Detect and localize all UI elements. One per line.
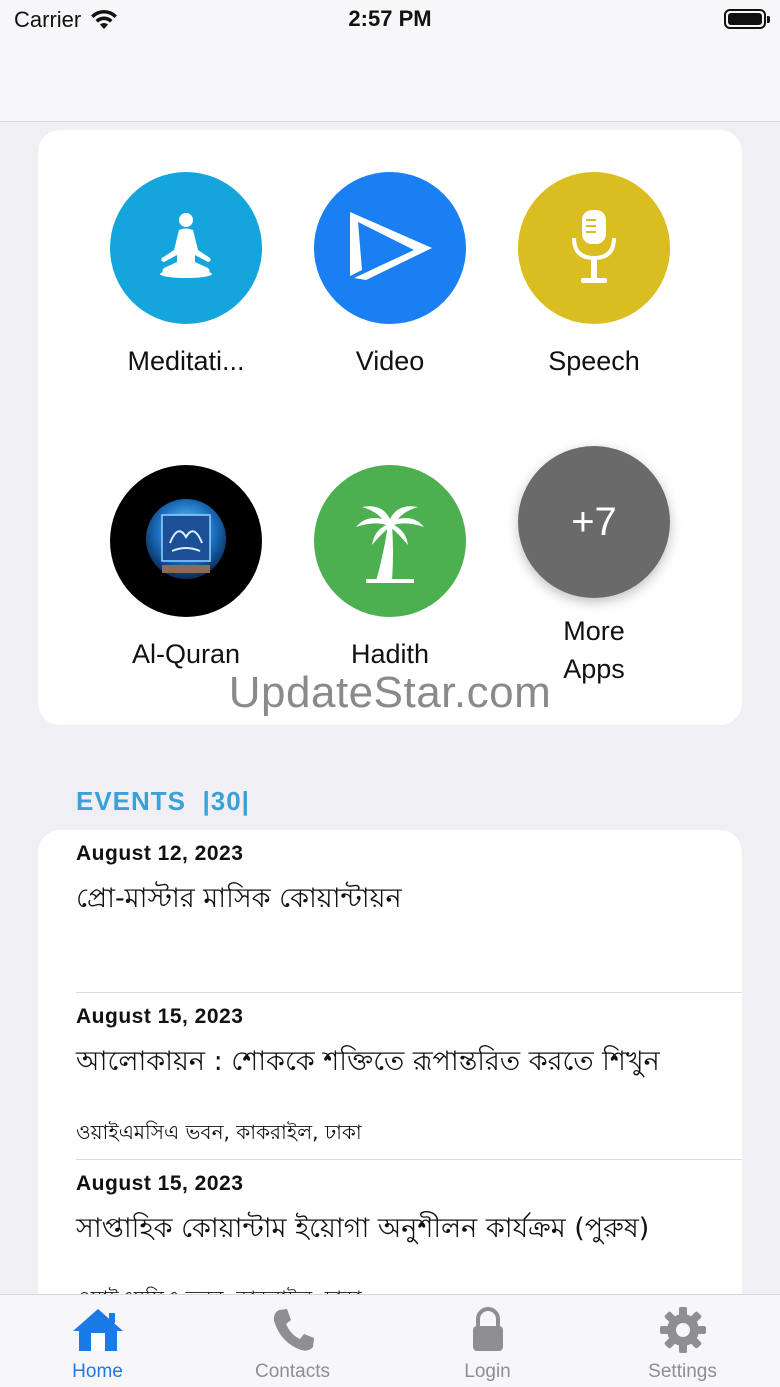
- palm-tree-icon: [314, 465, 466, 617]
- more-apps-icon: +7: [518, 446, 670, 598]
- app-meditation[interactable]: Meditati...: [84, 172, 288, 380]
- microphone-icon: [518, 172, 670, 324]
- watermark: UpdateStar.com: [228, 668, 552, 717]
- tab-label: Login: [464, 1361, 511, 1382]
- home-icon: [0, 1307, 195, 1353]
- event-title: প্রো-মাস্টার মাসিক কোয়ান্টায়ন: [76, 883, 402, 914]
- app-label: Speech: [548, 346, 640, 376]
- app-al-quran[interactable]: Al-Quran: [84, 465, 288, 673]
- app-more-apps[interactable]: +7 More Apps: [492, 446, 696, 688]
- tab-settings[interactable]: Settings: [585, 1295, 780, 1387]
- app-speech[interactable]: Speech: [492, 172, 696, 380]
- event-venue: ওয়াইএমসিএ ভবন, কাকরাইল, ঢাকা: [76, 1120, 362, 1144]
- tab-login[interactable]: Login: [390, 1295, 585, 1387]
- tab-label: Contacts: [255, 1361, 330, 1382]
- app-label: Meditati...: [127, 346, 245, 376]
- phone-icon: [195, 1307, 390, 1353]
- play-icon: [314, 172, 466, 324]
- tab-home[interactable]: Home: [0, 1295, 195, 1387]
- events-header: EVENTS |30|: [76, 786, 250, 816]
- quran-icon: [110, 465, 262, 617]
- more-apps-badge: +7: [571, 499, 617, 544]
- tab-label: Settings: [648, 1361, 717, 1382]
- gear-icon: [585, 1307, 780, 1353]
- app-label: Video: [355, 346, 425, 376]
- navigation-bar: [0, 40, 780, 122]
- tab-label: Home: [72, 1361, 123, 1382]
- apps-grid-card: Meditati... Video Speech Al-Quran Hadith…: [38, 130, 742, 725]
- app-video[interactable]: Video: [288, 172, 492, 380]
- lock-icon: [390, 1307, 585, 1353]
- status-time: 2:57 PM: [348, 6, 432, 31]
- app-hadith[interactable]: Hadith: [288, 465, 492, 673]
- battery-icon: [724, 9, 770, 29]
- tab-bar: Home Contacts Login Settings: [0, 1294, 780, 1387]
- meditation-icon: [110, 172, 262, 324]
- tab-contacts[interactable]: Contacts: [195, 1295, 390, 1387]
- event-date: August 15, 2023: [76, 1172, 244, 1195]
- events-list: August 12, 2023 প্রো-মাস্টার মাসিক কোয়া…: [38, 830, 742, 1350]
- event-title: সাপ্তাহিক কোয়ান্টাম ইয়োগা অনুশীলন কার্…: [76, 1213, 650, 1244]
- event-date: August 12, 2023: [76, 842, 244, 865]
- status-bar: Carrier 2:57 PM: [0, 0, 780, 40]
- event-date: August 15, 2023: [76, 1005, 244, 1028]
- event-title: আলোকায়ন : শোককে শক্তিতে রূপান্তরিত করতে…: [76, 1046, 660, 1077]
- event-item[interactable]: August 15, 2023 আলোকায়ন : শোককে শক্তিতে…: [38, 993, 742, 1160]
- event-item[interactable]: August 12, 2023 প্রো-মাস্টার মাসিক কোয়া…: [38, 830, 742, 993]
